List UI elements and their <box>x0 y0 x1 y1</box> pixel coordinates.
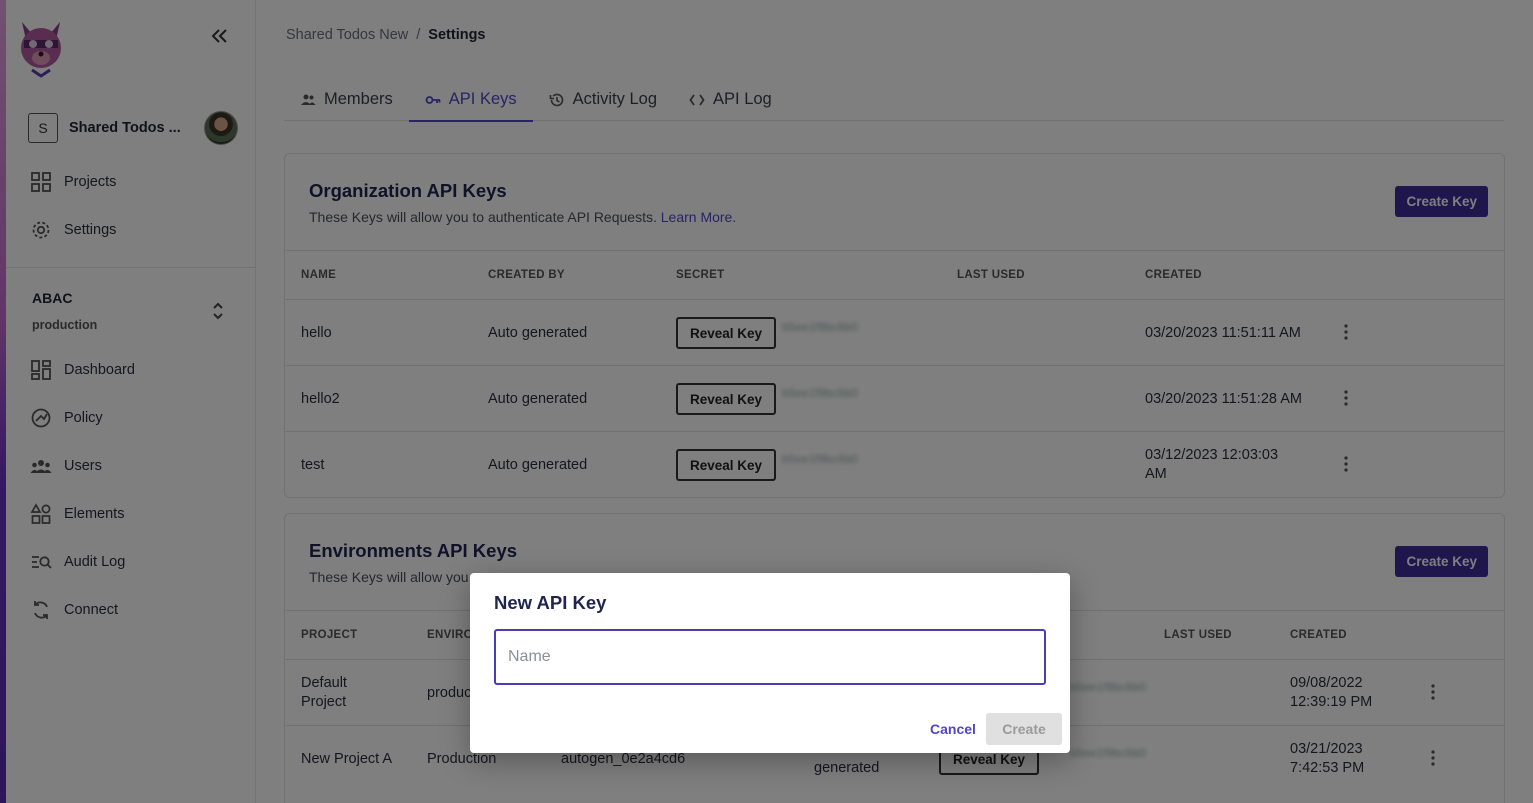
dialog-title: New API Key <box>494 592 607 613</box>
cancel-button[interactable]: Cancel <box>922 713 984 745</box>
create-button[interactable]: Create <box>986 713 1062 745</box>
key-name-input[interactable] <box>494 629 1046 685</box>
new-api-key-dialog: New API Key Cancel Create <box>470 573 1070 753</box>
